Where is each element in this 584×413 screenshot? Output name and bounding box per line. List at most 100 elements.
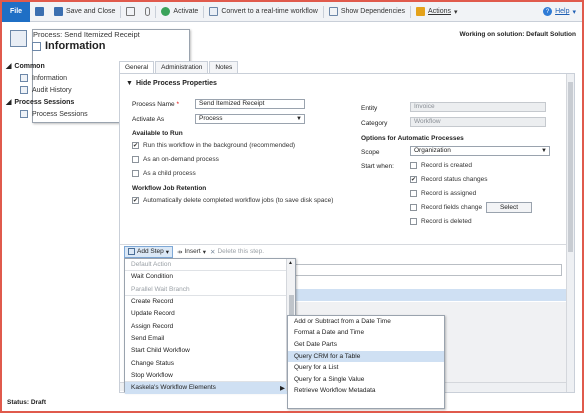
nav-item-audit-history[interactable]: Audit History <box>2 84 114 96</box>
entity-field: Invoice <box>410 102 546 112</box>
start-created-option[interactable]: Record is created <box>410 162 472 169</box>
add-step-label: Add Step <box>137 248 164 255</box>
print-button[interactable] <box>121 2 140 22</box>
nav-group-label: Process Sessions <box>14 98 75 106</box>
checkbox[interactable] <box>410 190 417 197</box>
background-option[interactable]: ✔ Run this workflow in the background (r… <box>132 142 295 149</box>
available-to-run-header: Available to Run <box>132 130 183 137</box>
section-header[interactable]: ▼ Hide Process Properties <box>126 80 217 87</box>
checkbox-checked[interactable]: ✔ <box>132 142 139 149</box>
process-icon <box>10 30 27 47</box>
tab-administration[interactable]: Administration <box>155 61 209 73</box>
activate-as-select[interactable]: Process ▼ <box>195 114 305 124</box>
menu-item-kaskela-label: Kaskela's Workflow Elements <box>131 384 216 392</box>
start-deleted-label: Record is deleted <box>421 218 472 225</box>
retention-option[interactable]: ✔ Automatically delete completed workflo… <box>132 197 333 204</box>
checkbox[interactable] <box>410 218 417 225</box>
status-label: Status: Draft <box>7 399 47 406</box>
collapse-icon: ◢ <box>6 99 12 106</box>
selected-step-bar[interactable] <box>288 289 566 301</box>
menu-item-parallel-wait[interactable]: Parallel Wait Branch <box>125 284 295 296</box>
menu-item-stop-workflow[interactable]: Stop Workflow <box>125 370 295 382</box>
chevron-down-icon: ▾ <box>454 8 458 16</box>
save-button[interactable] <box>30 2 49 22</box>
submenu-item[interactable]: Format a Date and Time <box>288 328 444 340</box>
information-icon <box>20 74 28 82</box>
step-description-input[interactable] <box>288 264 562 276</box>
app-window: File Save and Close Activate Convert to … <box>0 0 584 413</box>
start-fields-option[interactable]: Record fields change <box>410 204 482 211</box>
chevron-down-icon: ▼ <box>296 116 302 122</box>
checkbox[interactable] <box>410 204 417 211</box>
add-step-button[interactable]: Add Step ▾ <box>124 245 174 258</box>
menu-item-send-email[interactable]: Send Email <box>125 333 295 345</box>
tab-notes[interactable]: Notes <box>209 61 239 73</box>
save-close-button[interactable]: Save and Close <box>49 2 120 22</box>
tab-general[interactable]: General <box>119 61 155 73</box>
scope-value: Organization <box>414 147 451 154</box>
print-icon <box>126 7 136 16</box>
insert-button[interactable]: ⇸ Insert ▾ <box>177 248 206 256</box>
activate-button[interactable]: Activate <box>156 2 203 22</box>
activate-as-value: Process <box>199 115 223 122</box>
menu-item-assign-record[interactable]: Assign Record <box>125 320 295 332</box>
menu-item-start-child[interactable]: Start Child Workflow <box>125 345 295 357</box>
menu-item-update-record[interactable]: Update Record <box>125 308 295 320</box>
vertical-scrollbar[interactable] <box>566 74 574 392</box>
chevron-down-icon: ▾ <box>202 248 206 256</box>
checkbox[interactable] <box>132 156 139 163</box>
help-button[interactable]: ? Help ▾ <box>543 7 582 16</box>
on-demand-option[interactable]: As an on-demand process <box>132 156 219 163</box>
menu-item-default-action[interactable]: Default Action <box>125 259 295 272</box>
delete-step-button[interactable]: ✕ Delete this step. <box>210 248 264 256</box>
submenu-item[interactable]: Query for a Single Value <box>288 374 444 386</box>
nav-group-common[interactable]: ◢ Common <box>2 60 114 72</box>
nav-item-process-sessions[interactable]: Process Sessions <box>2 108 114 120</box>
kaskela-submenu: Add or Subtract from a Date Time Format … <box>287 315 445 409</box>
scroll-thumb[interactable] <box>568 82 573 252</box>
checkbox[interactable] <box>410 162 417 169</box>
dependencies-button[interactable]: Show Dependencies <box>324 2 410 22</box>
chevron-down-icon: ▾ <box>572 8 576 16</box>
actions-button[interactable]: Actions ▾ <box>411 2 462 22</box>
start-assigned-option[interactable]: Record is assigned <box>410 190 476 197</box>
menu-item-wait-condition[interactable]: Wait Condition <box>125 271 295 283</box>
scope-select[interactable]: Organization ▼ <box>410 146 550 156</box>
category-label: Category <box>361 120 388 127</box>
menu-item-create-record[interactable]: Create Record <box>125 296 295 308</box>
scroll-up-icon[interactable]: ▲ <box>288 260 293 266</box>
nav-item-information[interactable]: Information <box>2 72 114 84</box>
paperclip-icon <box>145 7 151 16</box>
retention-option-label: Automatically delete completed workflow … <box>143 197 334 204</box>
process-name-field[interactable]: Send Itemized Receipt <box>195 99 305 109</box>
activate-icon <box>161 7 171 16</box>
start-created-label: Record is created <box>421 162 472 169</box>
convert-button[interactable]: Convert to a real-time workflow <box>204 2 322 22</box>
submenu-item[interactable]: Get Date Parts <box>288 339 444 351</box>
options-header: Options for Automatic Processes <box>361 135 464 142</box>
checkbox[interactable] <box>132 170 139 177</box>
start-deleted-option[interactable]: Record is deleted <box>410 218 472 225</box>
submenu-item[interactable]: Add or Subtract from a Date Time <box>288 316 444 328</box>
save-icon <box>35 7 44 16</box>
save-close-icon <box>54 7 63 16</box>
solution-label: Working on solution: Default Solution <box>459 31 576 38</box>
child-process-option[interactable]: As a child process <box>132 170 196 177</box>
chevron-down-icon: ▼ <box>541 148 547 154</box>
submenu-item[interactable]: Retrieve Workflow Metadata <box>288 386 444 398</box>
select-fields-button[interactable]: Select <box>486 202 532 213</box>
menu-item-kaskela[interactable]: Kaskela's Workflow Elements ▶ <box>125 381 295 395</box>
entity-label: Entity <box>361 105 378 112</box>
category-field: Workflow <box>410 117 546 127</box>
checkbox-checked[interactable]: ✔ <box>132 197 139 204</box>
menu-item-change-status[interactable]: Change Status <box>125 357 295 369</box>
submenu-item[interactable]: Query for a List <box>288 362 444 374</box>
submenu-item-query-crm-table[interactable]: Query CRM for a Table <box>288 350 444 363</box>
insert-label: Insert <box>184 248 201 255</box>
nav-group-process-sessions[interactable]: ◢ Process Sessions <box>2 96 114 108</box>
attach-button[interactable] <box>140 2 155 22</box>
file-button[interactable]: File <box>2 2 30 22</box>
checkbox-checked[interactable]: ✔ <box>410 176 417 183</box>
start-status-option[interactable]: ✔ Record status changes <box>410 176 487 183</box>
page-title-text: Information <box>45 40 106 52</box>
